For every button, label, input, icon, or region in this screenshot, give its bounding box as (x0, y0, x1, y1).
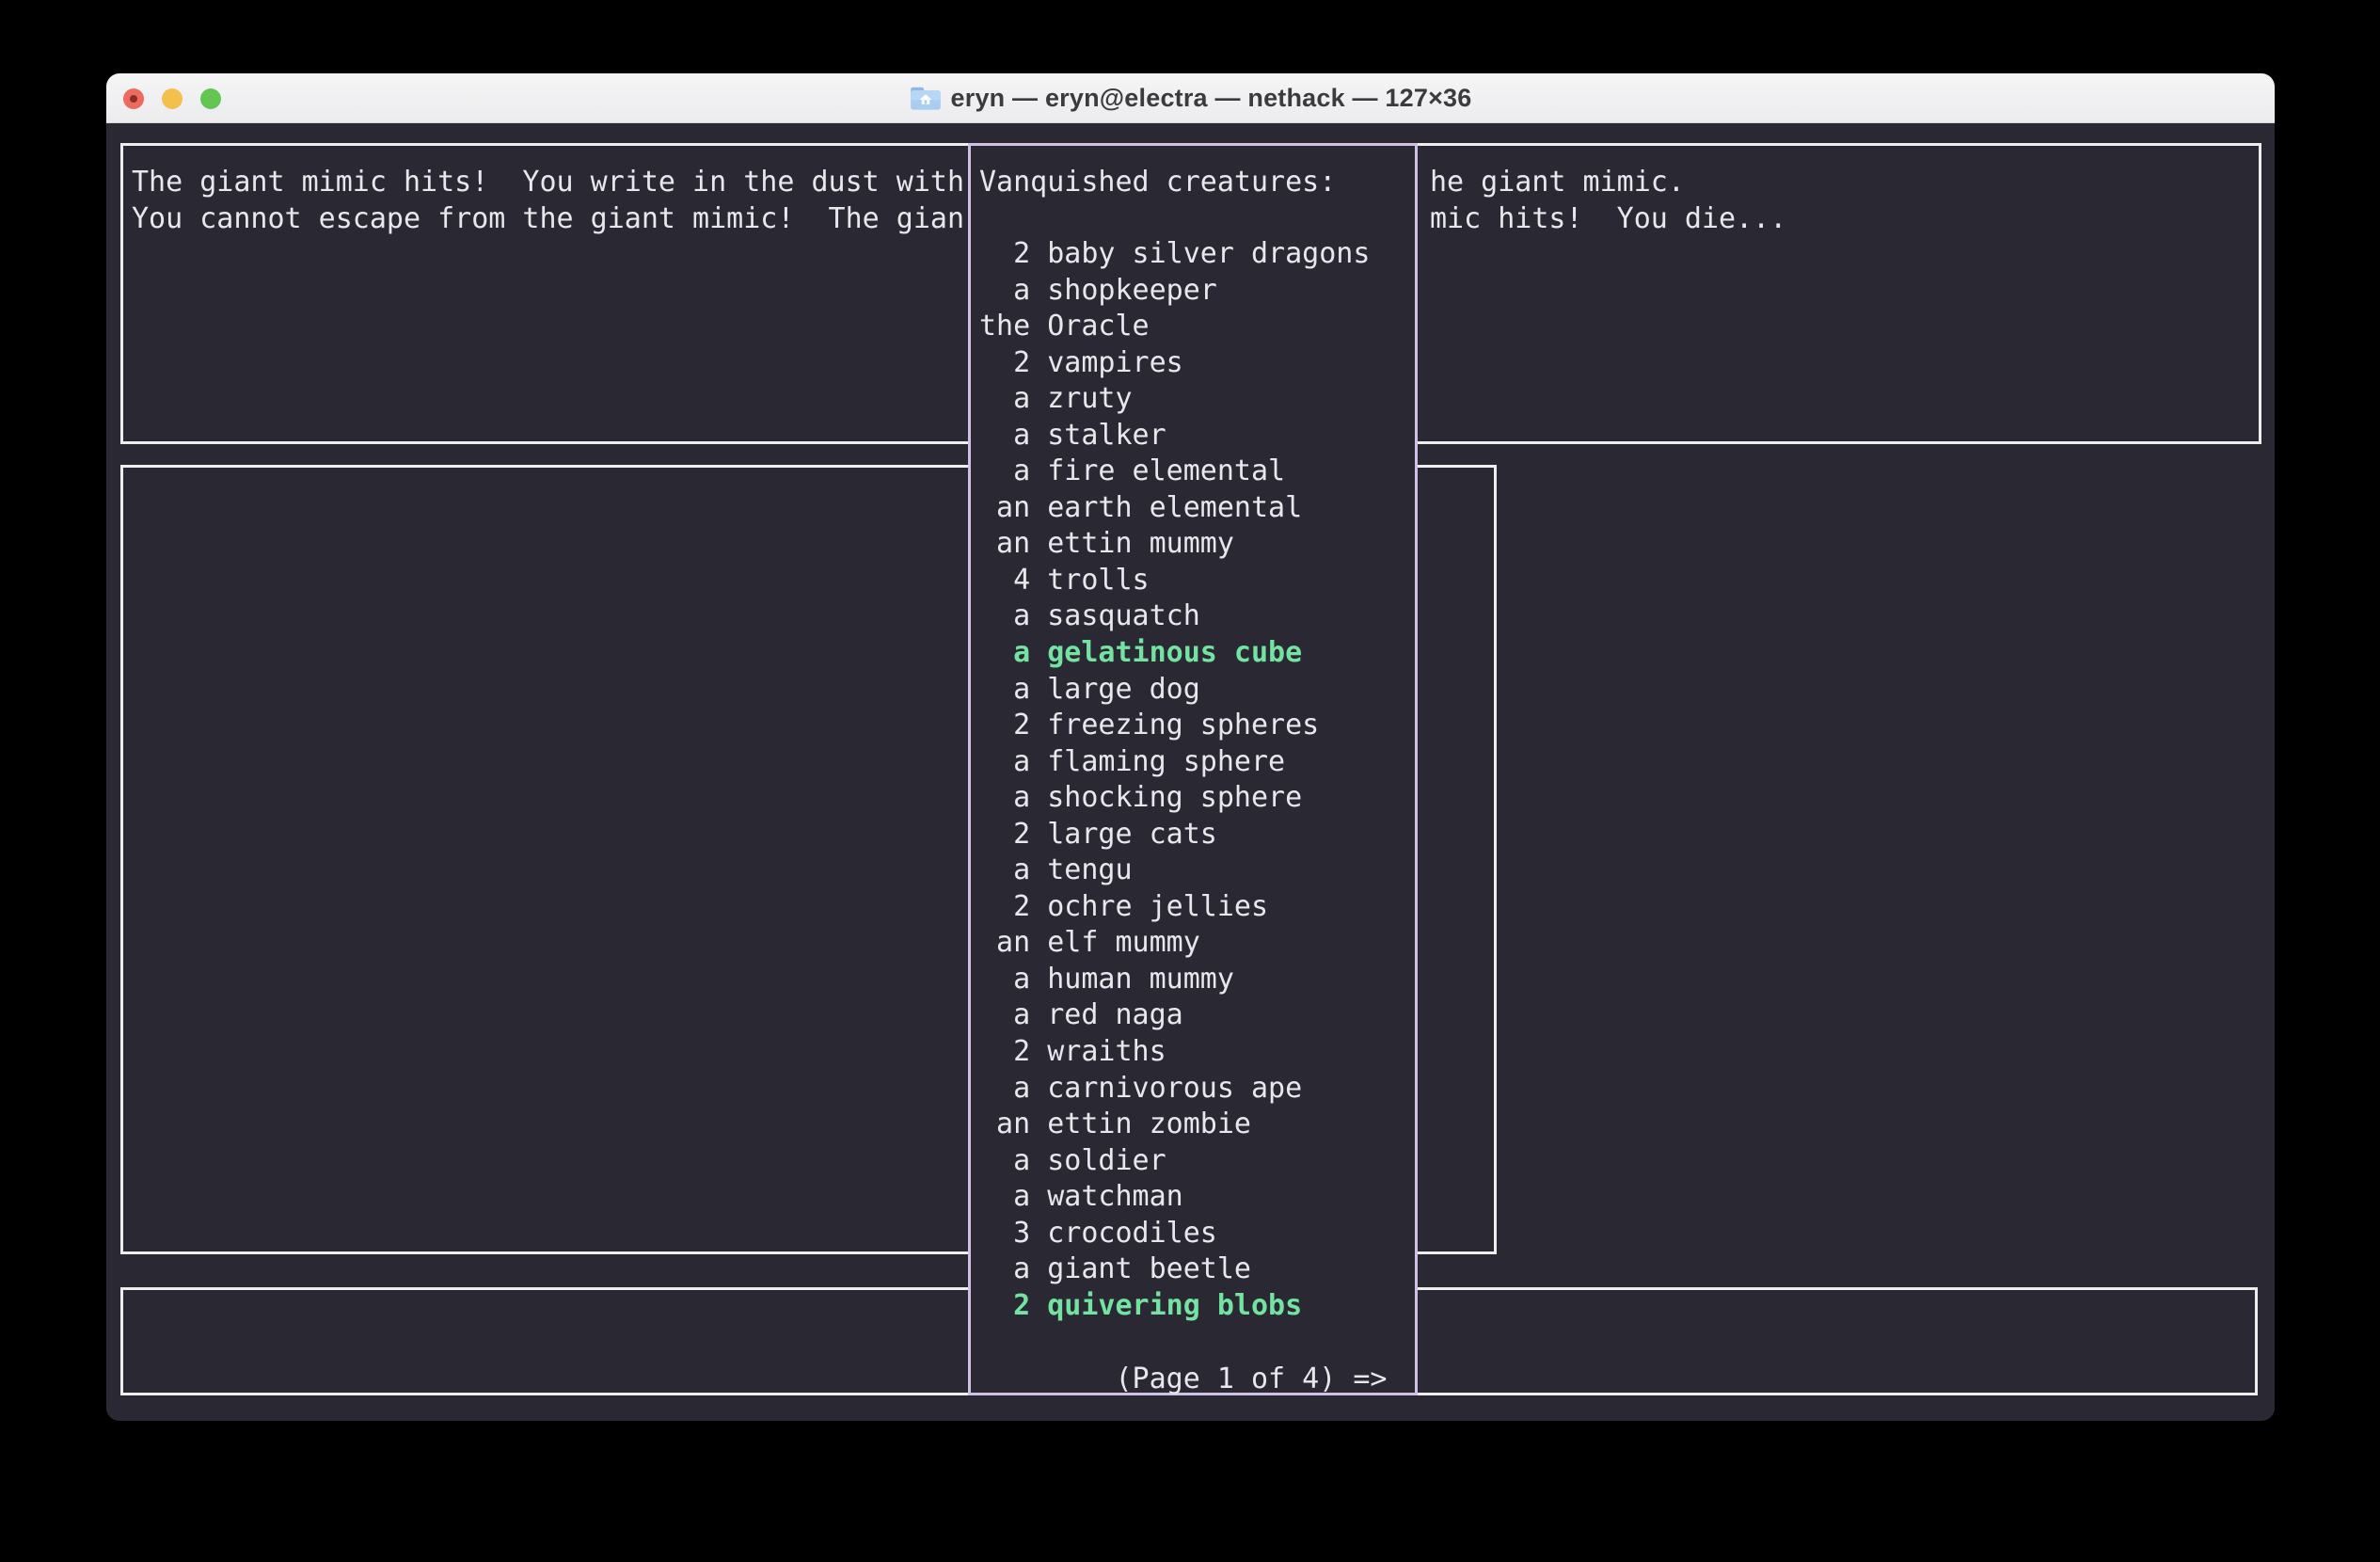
window-title-group: eryn — eryn@electra — nethack — 127×36 (910, 84, 1472, 113)
vanquished-list-row: the Oracle (979, 309, 1412, 345)
vanquished-list-row: a watchman (979, 1179, 1412, 1216)
vanquished-list-row: a flaming sphere (979, 744, 1412, 781)
vanquished-list-row: an earth elemental (979, 490, 1412, 527)
close-button[interactable] (123, 88, 144, 109)
message-line-1-right: he giant mimic. (1430, 164, 1685, 200)
vanquished-list-row: a soldier (979, 1143, 1412, 1180)
popup-page-indicator: (Page 1 of 4) => (979, 1361, 1387, 1397)
vanquished-list-row: a human mummy (979, 962, 1412, 998)
vanquished-list-row: a red naga (979, 997, 1412, 1034)
vanquished-list-row: 2 vampires (979, 345, 1412, 382)
message-line-2-right: mic hits! You die... (1430, 200, 1786, 237)
vanquished-list-row: 3 crocodiles (979, 1216, 1412, 1252)
message-line-1-left: The giant mimic hits! You write in the d… (132, 164, 964, 200)
vanquished-list-row: a stalker (979, 418, 1412, 454)
window-titlebar[interactable]: eryn — eryn@electra — nethack — 127×36 (106, 73, 2275, 123)
vanquished-creatures-list: 2 baby silver dragons a shopkeeperthe Or… (979, 236, 1412, 1324)
message-line-2-left: You cannot escape from the giant mimic! … (132, 200, 964, 237)
traffic-light-buttons (106, 73, 221, 123)
vanquished-list-row: an ettin zombie (979, 1107, 1412, 1143)
vanquished-list-row: 4 trolls (979, 563, 1412, 599)
minimize-button[interactable] (162, 88, 182, 109)
vanquished-list-row: 2 ochre jellies (979, 889, 1412, 926)
vanquished-list-row: an ettin mummy (979, 526, 1412, 563)
vanquished-list-row: 2 baby silver dragons (979, 236, 1412, 273)
vanquished-popup-title: Vanquished creatures: (979, 164, 1336, 200)
zoom-button[interactable] (200, 88, 221, 109)
vanquished-list-row: 2 wraiths (979, 1034, 1412, 1071)
vanquished-list-row: a shopkeeper (979, 273, 1412, 310)
vanquished-list-row: a tengu (979, 853, 1412, 889)
vanquished-list-row: 2 quivering blobs (979, 1288, 1412, 1325)
desktop-background: eryn — eryn@electra — nethack — 127×36 T… (0, 0, 2380, 1562)
vanquished-list-row: 2 freezing spheres (979, 708, 1412, 744)
vanquished-list-row: a sasquatch (979, 598, 1412, 635)
vanquished-list-row: a gelatinous cube (979, 635, 1412, 672)
vanquished-list-row: a giant beetle (979, 1251, 1412, 1288)
window-title: eryn — eryn@electra — nethack — 127×36 (951, 84, 1472, 113)
vanquished-list-row: a large dog (979, 672, 1412, 709)
vanquished-list-row: a shocking sphere (979, 780, 1412, 817)
vanquished-list-row: an elf mummy (979, 925, 1412, 962)
vanquished-list-row: 2 large cats (979, 817, 1412, 853)
vanquished-list-row: a fire elemental (979, 454, 1412, 490)
vanquished-list-row: a zruty (979, 381, 1412, 418)
home-folder-icon (910, 85, 942, 111)
vanquished-list-row: a carnivorous ape (979, 1071, 1412, 1108)
